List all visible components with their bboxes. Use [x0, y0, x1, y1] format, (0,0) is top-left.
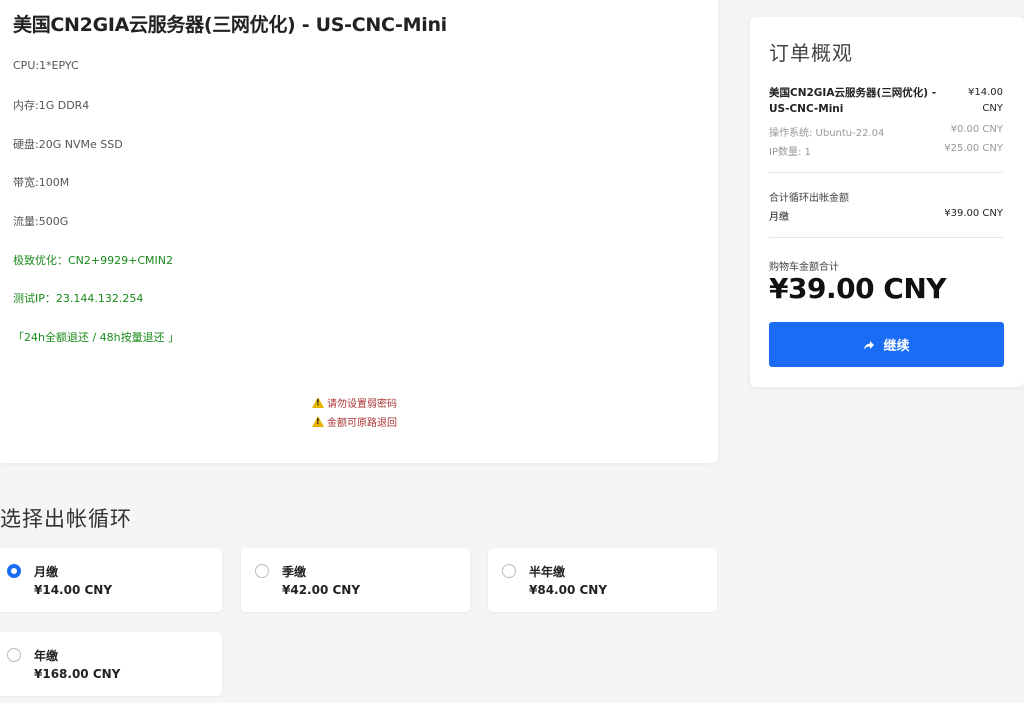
cycle-price: ¥168.00 CNY: [34, 667, 121, 681]
summary-os-row: 操作系统: Ubuntu-22.04 ¥0.00 CNY: [769, 124, 1003, 139]
cycle-option-semiannual[interactable]: 半年缴 ¥84.00 CNY: [488, 548, 717, 612]
billing-cycle-heading: 选择出帐循环: [0, 507, 132, 531]
cycle-option-annual[interactable]: 年缴 ¥168.00 CNY: [0, 632, 222, 696]
continue-button[interactable]: 继续: [769, 322, 1004, 367]
summary-ip-price: ¥25.00 CNY: [944, 143, 1003, 154]
spec-test-ip: 测试IP：23.144.132.254: [13, 292, 144, 305]
radio-annual[interactable]: [7, 648, 21, 662]
warning-text: 请勿设置弱密码: [327, 399, 397, 410]
divider: [769, 172, 1003, 173]
summary-ip-row: IP数量: 1 ¥25.00 CNY: [769, 143, 1003, 158]
cart-total-label: 购物车金额合计: [769, 262, 839, 273]
cart-total-amount: ¥39.00 CNY: [769, 272, 947, 305]
share-arrow-icon: [864, 340, 875, 349]
cycle-price: ¥84.00 CNY: [529, 583, 608, 597]
summary-os-label: 操作系统: Ubuntu-22.04: [769, 128, 885, 139]
continue-button-label: 继续: [883, 339, 910, 354]
cycle-name: 季缴: [282, 565, 307, 579]
summary-cycle-price: ¥39.00 CNY: [944, 208, 1003, 219]
spec-cpu: CPU:1*EPYC: [13, 59, 79, 72]
spec-bandwidth: 带宽:100M: [13, 176, 70, 189]
summary-product-name: 美国CN2GIA云服务器(三网优化) - US-CNC-Mini: [769, 87, 937, 115]
radio-quarterly[interactable]: [255, 564, 269, 578]
order-summary-card: 订单概观 美国CN2GIA云服务器(三网优化) - US-CNC-Mini ¥1…: [750, 17, 1024, 387]
summary-ip-label: IP数量: 1: [769, 147, 811, 158]
order-summary-title: 订单概观: [769, 41, 853, 65]
cycle-option-monthly[interactable]: 月缴 ¥14.00 CNY: [0, 548, 222, 612]
spec-traffic: 流量:500G: [13, 215, 69, 228]
warning-text: 金额可原路退回: [327, 418, 397, 429]
cycle-price: ¥14.00 CNY: [34, 583, 113, 597]
recurring-total-label: 合计循环出帐金额: [769, 193, 849, 204]
summary-product-price: ¥14.00 CNY: [968, 87, 1003, 114]
spec-optimization: 极致优化：CN2+9929+CMIN2: [13, 254, 173, 267]
radio-monthly[interactable]: [7, 564, 21, 578]
cycle-name: 年缴: [34, 649, 59, 663]
cycle-option-quarterly[interactable]: 季缴 ¥42.00 CNY: [241, 548, 470, 612]
cycle-name: 月缴: [34, 565, 59, 579]
summary-cycle-row: 月缴 ¥39.00 CNY: [769, 208, 1003, 223]
product-card: 美国CN2GIA云服务器(三网优化) - US-CNC-Mini CPU:1*E…: [0, 0, 718, 463]
divider: [769, 237, 1003, 238]
page: 美国CN2GIA云服务器(三网优化) - US-CNC-Mini CPU:1*E…: [0, 0, 1024, 703]
spec-refund-policy: 「24h全额退还 / 48h按量退还 」: [13, 331, 180, 344]
summary-cycle-label: 月缴: [769, 212, 789, 223]
cycle-name: 半年缴: [529, 565, 566, 579]
warning-icon: [312, 397, 324, 408]
product-title: 美国CN2GIA云服务器(三网优化) - US-CNC-Mini: [13, 14, 447, 36]
warning-icon: [312, 416, 324, 427]
summary-os-price: ¥0.00 CNY: [950, 124, 1003, 135]
warning-weak-password: 请勿设置弱密码: [312, 395, 397, 410]
cycle-price: ¥42.00 CNY: [282, 583, 361, 597]
radio-semiannual[interactable]: [502, 564, 516, 578]
spec-memory: 内存:1G DDR4: [13, 99, 90, 112]
spec-disk: 硬盘:20G NVMe SSD: [13, 138, 123, 151]
warning-refund: 金额可原路退回: [312, 414, 397, 429]
